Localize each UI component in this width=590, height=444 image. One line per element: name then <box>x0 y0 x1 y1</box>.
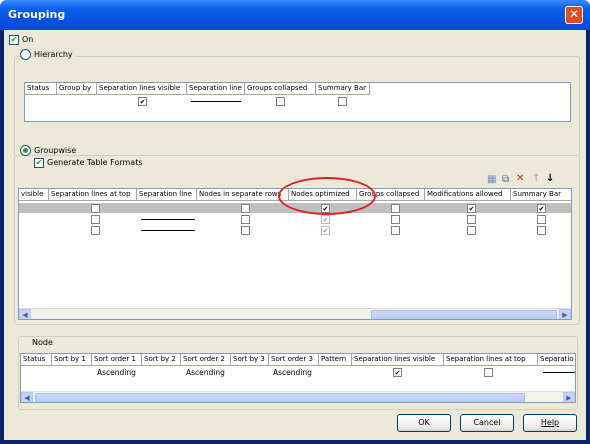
node-col-sortorder1[interactable]: Sort order 1 <box>92 354 142 366</box>
hier-col-summary[interactable]: Summary Bar <box>316 83 370 95</box>
gw-row2-summary[interactable] <box>537 215 546 224</box>
gw-row2-sep-line <box>141 219 195 220</box>
close-button[interactable]: ✕ <box>565 6 583 24</box>
title-bar[interactable]: Grouping ✕ <box>0 0 590 30</box>
node-sort-order-2[interactable]: Ascending <box>186 368 225 377</box>
dialog-window: Grouping ✕ ✔ On Hierarchy Status Group b… <box>0 0 590 444</box>
gw-row1-separate-rows[interactable] <box>241 204 250 213</box>
dialog-body: ✔ On Hierarchy Status Group by Separatio… <box>4 30 586 440</box>
groupwise-label: Groupwise <box>34 146 79 155</box>
node-separation-line <box>543 372 575 373</box>
generate-table-formats-checkbox[interactable]: ✔ <box>34 158 44 168</box>
hier-separation-line <box>191 101 241 102</box>
node-col-pattern[interactable]: Pattern <box>319 354 352 366</box>
hier-lines-visible-checkbox[interactable]: ✔ <box>138 97 147 106</box>
gw-row3-separate-rows[interactable] <box>241 226 250 235</box>
gw-row3-collapsed[interactable] <box>391 226 400 235</box>
scroll-thumb[interactable] <box>371 310 557 319</box>
generate-table-formats-label: Generate Table Formats <box>47 158 143 167</box>
on-checkbox[interactable]: ✔ <box>9 35 19 45</box>
hier-col-collapsed[interactable]: Groups collapsed <box>245 83 316 95</box>
gw-row3-lines-at-top[interactable] <box>91 226 100 235</box>
node-col-status[interactable]: Status <box>21 354 52 366</box>
node-col-separation[interactable]: Separatio <box>538 354 575 366</box>
node-scroll-left-arrow[interactable]: ◀ <box>21 392 33 402</box>
node-scroll-thumb[interactable] <box>35 393 525 402</box>
delete-icon[interactable]: ✕ <box>516 174 524 184</box>
gw-row1-collapsed[interactable] <box>391 204 400 213</box>
gw-row3-optimized[interactable]: ✔ <box>321 226 330 235</box>
on-label: On <box>22 35 34 44</box>
move-down-icon[interactable]: ↓ <box>546 174 554 184</box>
ok-button[interactable]: OK <box>397 414 451 432</box>
hier-col-status[interactable]: Status <box>25 83 57 95</box>
gw-row1-summary[interactable]: ✔ <box>537 204 546 213</box>
scroll-left-arrow[interactable]: ◀ <box>19 309 31 319</box>
node-col-lines-visible[interactable]: Separation lines visible <box>352 354 444 366</box>
gw-row1-mods[interactable]: ✔ <box>467 204 476 213</box>
hier-col-lines-visible[interactable]: Separation lines visible <box>97 83 187 95</box>
help-button[interactable]: Help <box>523 414 577 432</box>
node-col-lines-at-top[interactable]: Separation lines at top <box>444 354 538 366</box>
groupwise-radio[interactable] <box>20 145 31 156</box>
gw-col-visible[interactable]: visible <box>19 189 49 201</box>
gw-col-summary[interactable]: Summary Bar <box>511 189 571 201</box>
node-col-sortby2[interactable]: Sort by 2 <box>142 354 181 366</box>
gw-row2-collapsed[interactable] <box>391 215 400 224</box>
gw-row2-separate-rows[interactable] <box>241 215 250 224</box>
scroll-right-arrow[interactable]: ▶ <box>559 309 571 319</box>
hierarchy-radio[interactable] <box>20 49 31 60</box>
node-sort-order-1[interactable]: Ascending <box>97 368 136 377</box>
hier-col-sep-line[interactable]: Separation line <box>187 83 245 95</box>
copy-icon[interactable]: ⧉ <box>502 175 509 185</box>
node-scroll-right-arrow[interactable]: ▶ <box>563 392 575 402</box>
gw-row2-optimized[interactable]: ✔ <box>321 215 330 224</box>
hierarchy-table[interactable]: Status Group by Separation lines visible… <box>24 82 571 122</box>
gw-col-mods-allowed[interactable]: Modifications allowed <box>425 189 511 201</box>
gw-row3-sep-line <box>141 230 195 231</box>
hier-col-groupby[interactable]: Group by <box>57 83 97 95</box>
hier-collapsed-checkbox[interactable] <box>276 97 285 106</box>
hierarchy-label: Hierarchy <box>34 50 75 59</box>
node-table[interactable]: Status Sort by 1 Sort order 1 Sort by 2 … <box>20 353 576 403</box>
node-col-sortby1[interactable]: Sort by 1 <box>52 354 92 366</box>
highlight-ellipse <box>278 177 376 215</box>
window-title: Grouping <box>8 8 66 21</box>
gw-row1-lines-at-top[interactable] <box>91 204 100 213</box>
gw-col-lines-at-top[interactable]: Separation lines at top <box>49 189 137 201</box>
hier-summary-checkbox[interactable] <box>338 97 347 106</box>
gw-row2-lines-at-top[interactable] <box>91 215 100 224</box>
node-col-sortby3[interactable]: Sort by 3 <box>231 354 269 366</box>
node-sort-order-3[interactable]: Ascending <box>273 368 312 377</box>
move-up-icon[interactable]: ↑ <box>532 174 540 184</box>
gw-row3-mods[interactable] <box>467 226 476 235</box>
node-lines-at-top-checkbox[interactable] <box>484 368 493 377</box>
new-row-icon[interactable]: ▦ <box>487 175 496 185</box>
node-col-sortorder3[interactable]: Sort order 3 <box>269 354 319 366</box>
node-horizontal-scrollbar[interactable]: ◀ ▶ <box>21 391 575 402</box>
gw-col-separate-rows[interactable]: Nodes in separate rows <box>197 189 289 201</box>
gw-col-sep-line[interactable]: Separation line <box>137 189 197 201</box>
gw-row2-mods[interactable] <box>467 215 476 224</box>
node-title: Node <box>32 338 53 347</box>
radio-dot <box>23 148 28 153</box>
node-col-sortorder2[interactable]: Sort order 2 <box>181 354 231 366</box>
gw-row3-summary[interactable] <box>537 226 546 235</box>
cancel-button[interactable]: Cancel <box>460 414 514 432</box>
node-lines-visible-checkbox[interactable]: ✔ <box>393 368 402 377</box>
gw-horizontal-scrollbar[interactable]: ◀ ▶ <box>19 308 571 319</box>
